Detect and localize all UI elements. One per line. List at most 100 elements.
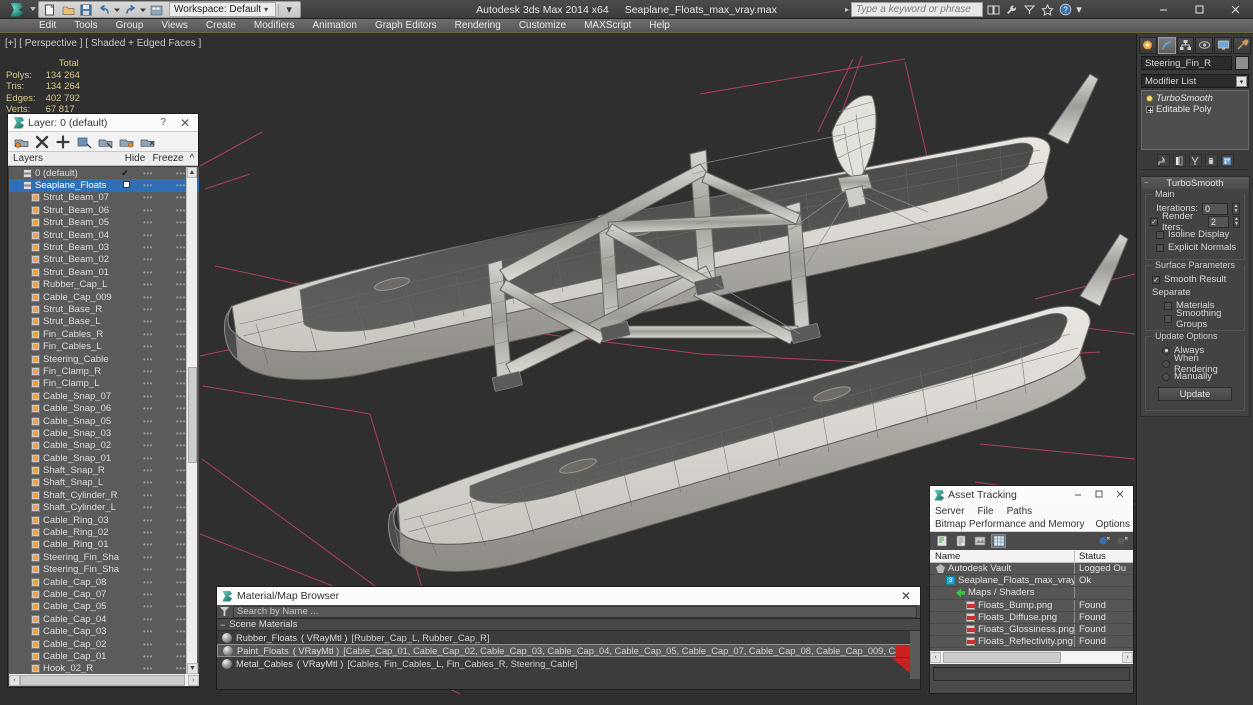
layer-name-cell[interactable]: Cable_Snap_03 bbox=[9, 428, 119, 439]
asset-name-cell[interactable]: Floats_Glossiness.png bbox=[930, 624, 1075, 636]
search-expand-icon[interactable]: ▸ bbox=[845, 5, 849, 14]
redo-dropdown-icon[interactable] bbox=[140, 2, 146, 17]
scene-materials-group-header[interactable]: − Scene Materials bbox=[217, 619, 920, 631]
qat-customize-icon[interactable]: ▾ bbox=[281, 2, 297, 17]
modifier-stack-item[interactable]: Editable Poly bbox=[1144, 104, 1246, 115]
asset-hscroll-right[interactable]: › bbox=[1122, 652, 1133, 663]
layer-row[interactable]: Cable_Snap_06 ••• ••• bbox=[9, 402, 199, 414]
open-file-icon[interactable] bbox=[60, 2, 76, 17]
asset-column-status[interactable]: Status bbox=[1075, 551, 1133, 562]
layer-name-cell[interactable]: Strut_Beam_07 bbox=[9, 192, 119, 203]
layer-row[interactable]: 0 (default) ✔ ••• ••• bbox=[9, 167, 199, 179]
layer-hide-cell[interactable]: ••• bbox=[133, 193, 163, 202]
asset-hscroll-track[interactable] bbox=[941, 652, 1122, 663]
layer-name-cell[interactable]: Strut_Base_L bbox=[9, 316, 119, 327]
thumbnail-view-icon[interactable] bbox=[972, 534, 987, 548]
chevron-down-icon[interactable]: ▾ bbox=[1236, 76, 1247, 87]
make-unique-icon[interactable] bbox=[1188, 154, 1202, 167]
when-rendering-radio[interactable] bbox=[1162, 359, 1170, 368]
list-view-icon[interactable] bbox=[953, 534, 968, 548]
layer-name-cell[interactable]: Strut_Beam_03 bbox=[9, 242, 119, 253]
layer-row[interactable]: Cable_Cap_04 ••• ••• bbox=[9, 613, 199, 625]
hscroll-track[interactable] bbox=[20, 674, 188, 686]
explicit-normals-checkbox[interactable] bbox=[1156, 243, 1164, 252]
configure-modifier-sets-icon[interactable] bbox=[1220, 154, 1234, 167]
layer-hide-cell[interactable]: ••• bbox=[133, 454, 163, 463]
modifier-stack[interactable]: TurboSmooth Editable Poly bbox=[1141, 90, 1249, 150]
asset-maximize-button[interactable] bbox=[1088, 489, 1109, 502]
render-iters-field[interactable]: 2 bbox=[1207, 215, 1230, 228]
layer-name-cell[interactable]: Strut_Base_R bbox=[9, 304, 119, 315]
hide-unhide-layer-icon[interactable] bbox=[138, 134, 156, 150]
layer-name-cell[interactable]: Cable_Cap_05 bbox=[9, 601, 119, 612]
asset-menu-server[interactable]: Server bbox=[935, 506, 964, 517]
layer-hide-cell[interactable]: ••• bbox=[133, 206, 163, 215]
layer-active-cell[interactable]: ✔ bbox=[119, 168, 133, 179]
layer-hide-cell[interactable]: ••• bbox=[133, 231, 163, 240]
layer-list[interactable]: 0 (default) ✔ ••• ••• Seaplane_Floats ••• ••• S… bbox=[9, 167, 199, 674]
motion-tab[interactable] bbox=[1195, 36, 1214, 54]
app-menu-caret-icon[interactable] bbox=[30, 7, 36, 11]
layer-hide-cell[interactable]: ••• bbox=[133, 293, 163, 302]
layer-row[interactable]: Steering_Fin_Shaft_R•••••• bbox=[9, 551, 199, 563]
hscroll-right-button[interactable]: › bbox=[188, 674, 199, 686]
layer-hide-cell[interactable]: ••• bbox=[133, 330, 163, 339]
layer-name-cell[interactable]: Cable_Ring_02 bbox=[9, 527, 119, 538]
layer-name-cell[interactable]: Steering_Cable bbox=[9, 354, 119, 365]
smoothing-groups-checkbox[interactable] bbox=[1164, 314, 1172, 323]
layer-row[interactable]: Cable_Ring_03 ••• ••• bbox=[9, 514, 199, 526]
layer-hide-cell[interactable]: ••• bbox=[133, 615, 163, 624]
asset-name-cell[interactable]: Autodesk Vault bbox=[930, 563, 1075, 575]
layer-hide-cell[interactable]: ••• bbox=[133, 367, 163, 376]
material-row[interactable]: Metal_Cables( VRayMtl ) [Cables, Fin_Cabl… bbox=[217, 657, 920, 670]
layer-row[interactable]: Steering_Fin_Shaft_L•••••• bbox=[9, 564, 199, 576]
layer-name-cell[interactable]: Steering_Fin_Shaft_L bbox=[9, 564, 119, 575]
layer-row[interactable]: Cable_Ring_02 ••• ••• bbox=[9, 526, 199, 538]
layer-name-cell[interactable]: Cable_Snap_07 bbox=[9, 391, 119, 402]
layer-row[interactable]: Strut_Base_L ••• ••• bbox=[9, 316, 199, 328]
object-color-swatch[interactable] bbox=[1235, 56, 1249, 70]
layer-hide-cell[interactable]: ••• bbox=[133, 404, 163, 413]
layer-hide-cell[interactable]: ••• bbox=[133, 317, 163, 326]
menu-item-modifiers[interactable]: Modifiers bbox=[245, 19, 304, 33]
layer-row[interactable]: Cable_Ring_01 ••• ••• bbox=[9, 539, 199, 551]
menu-item-animation[interactable]: Animation bbox=[303, 19, 365, 33]
layer-list-vertical-scrollbar[interactable]: ▲ ▼ bbox=[186, 167, 198, 674]
layer-row[interactable]: Seaplane_Floats ••• ••• bbox=[9, 179, 199, 192]
modifier-stack-item[interactable]: TurboSmooth bbox=[1144, 93, 1246, 104]
layer-name-cell[interactable]: Fin_Cables_R bbox=[9, 329, 119, 340]
menu-item-customize[interactable]: Customize bbox=[510, 19, 575, 33]
menu-item-graph-editors[interactable]: Graph Editors bbox=[366, 19, 446, 33]
layer-row[interactable]: Fin_Clamp_L ••• ••• bbox=[9, 378, 199, 390]
asset-column-name[interactable]: Name bbox=[930, 550, 1075, 562]
layer-row[interactable]: Cable_Cap_03 ••• ••• bbox=[9, 625, 199, 637]
layer-dialog-help-button[interactable]: ? bbox=[150, 117, 176, 128]
table-view-icon[interactable] bbox=[991, 534, 1006, 548]
menu-item-group[interactable]: Group bbox=[107, 19, 153, 33]
menu-item-rendering[interactable]: Rendering bbox=[446, 19, 510, 33]
wrench-icon[interactable] bbox=[1003, 2, 1019, 17]
layer-name-cell[interactable]: Hook_02_R bbox=[9, 663, 119, 674]
layer-name-cell[interactable]: Cable_Cap_04 bbox=[9, 614, 119, 625]
layer-name-cell[interactable]: Strut_Beam_04 bbox=[9, 230, 119, 241]
layer-name-cell[interactable]: Cable_Cap_08 bbox=[9, 577, 119, 588]
layer-row[interactable]: Shaft_Cylinder_R ••• ••• bbox=[9, 489, 199, 501]
layer-row[interactable]: Strut_Beam_01 ••• ••• bbox=[9, 266, 199, 278]
layer-hide-cell[interactable]: ••• bbox=[133, 243, 163, 252]
asset-row[interactable]: Autodesk Vault Logged Ou bbox=[930, 563, 1133, 576]
layer-name-cell[interactable]: Cable_Cap_07 bbox=[9, 589, 119, 600]
menu-item-tools[interactable]: Tools bbox=[65, 19, 106, 33]
help-icon[interactable]: ? bbox=[1057, 2, 1073, 17]
layer-row[interactable]: Cable_Cap_05 ••• ••• bbox=[9, 601, 199, 613]
layer-hide-cell[interactable]: ••• bbox=[133, 392, 163, 401]
asset-name-cell[interactable]: Floats_Diffuse.png bbox=[930, 611, 1075, 623]
layer-active-box-icon[interactable] bbox=[122, 181, 130, 189]
modify-tab[interactable] bbox=[1157, 36, 1176, 54]
layer-hide-cell[interactable]: ••• bbox=[133, 268, 163, 277]
layer-name-cell[interactable]: Cable_Cap_01 bbox=[9, 651, 119, 662]
layer-row[interactable]: Cable_Cap_009 ••• ••• bbox=[9, 291, 199, 303]
layer-hide-cell[interactable]: ••• bbox=[133, 429, 163, 438]
redo-icon[interactable] bbox=[122, 2, 138, 17]
layer-hide-cell[interactable]: ••• bbox=[133, 379, 163, 388]
layer-name-cell[interactable]: Fin_Clamp_L bbox=[9, 378, 119, 389]
